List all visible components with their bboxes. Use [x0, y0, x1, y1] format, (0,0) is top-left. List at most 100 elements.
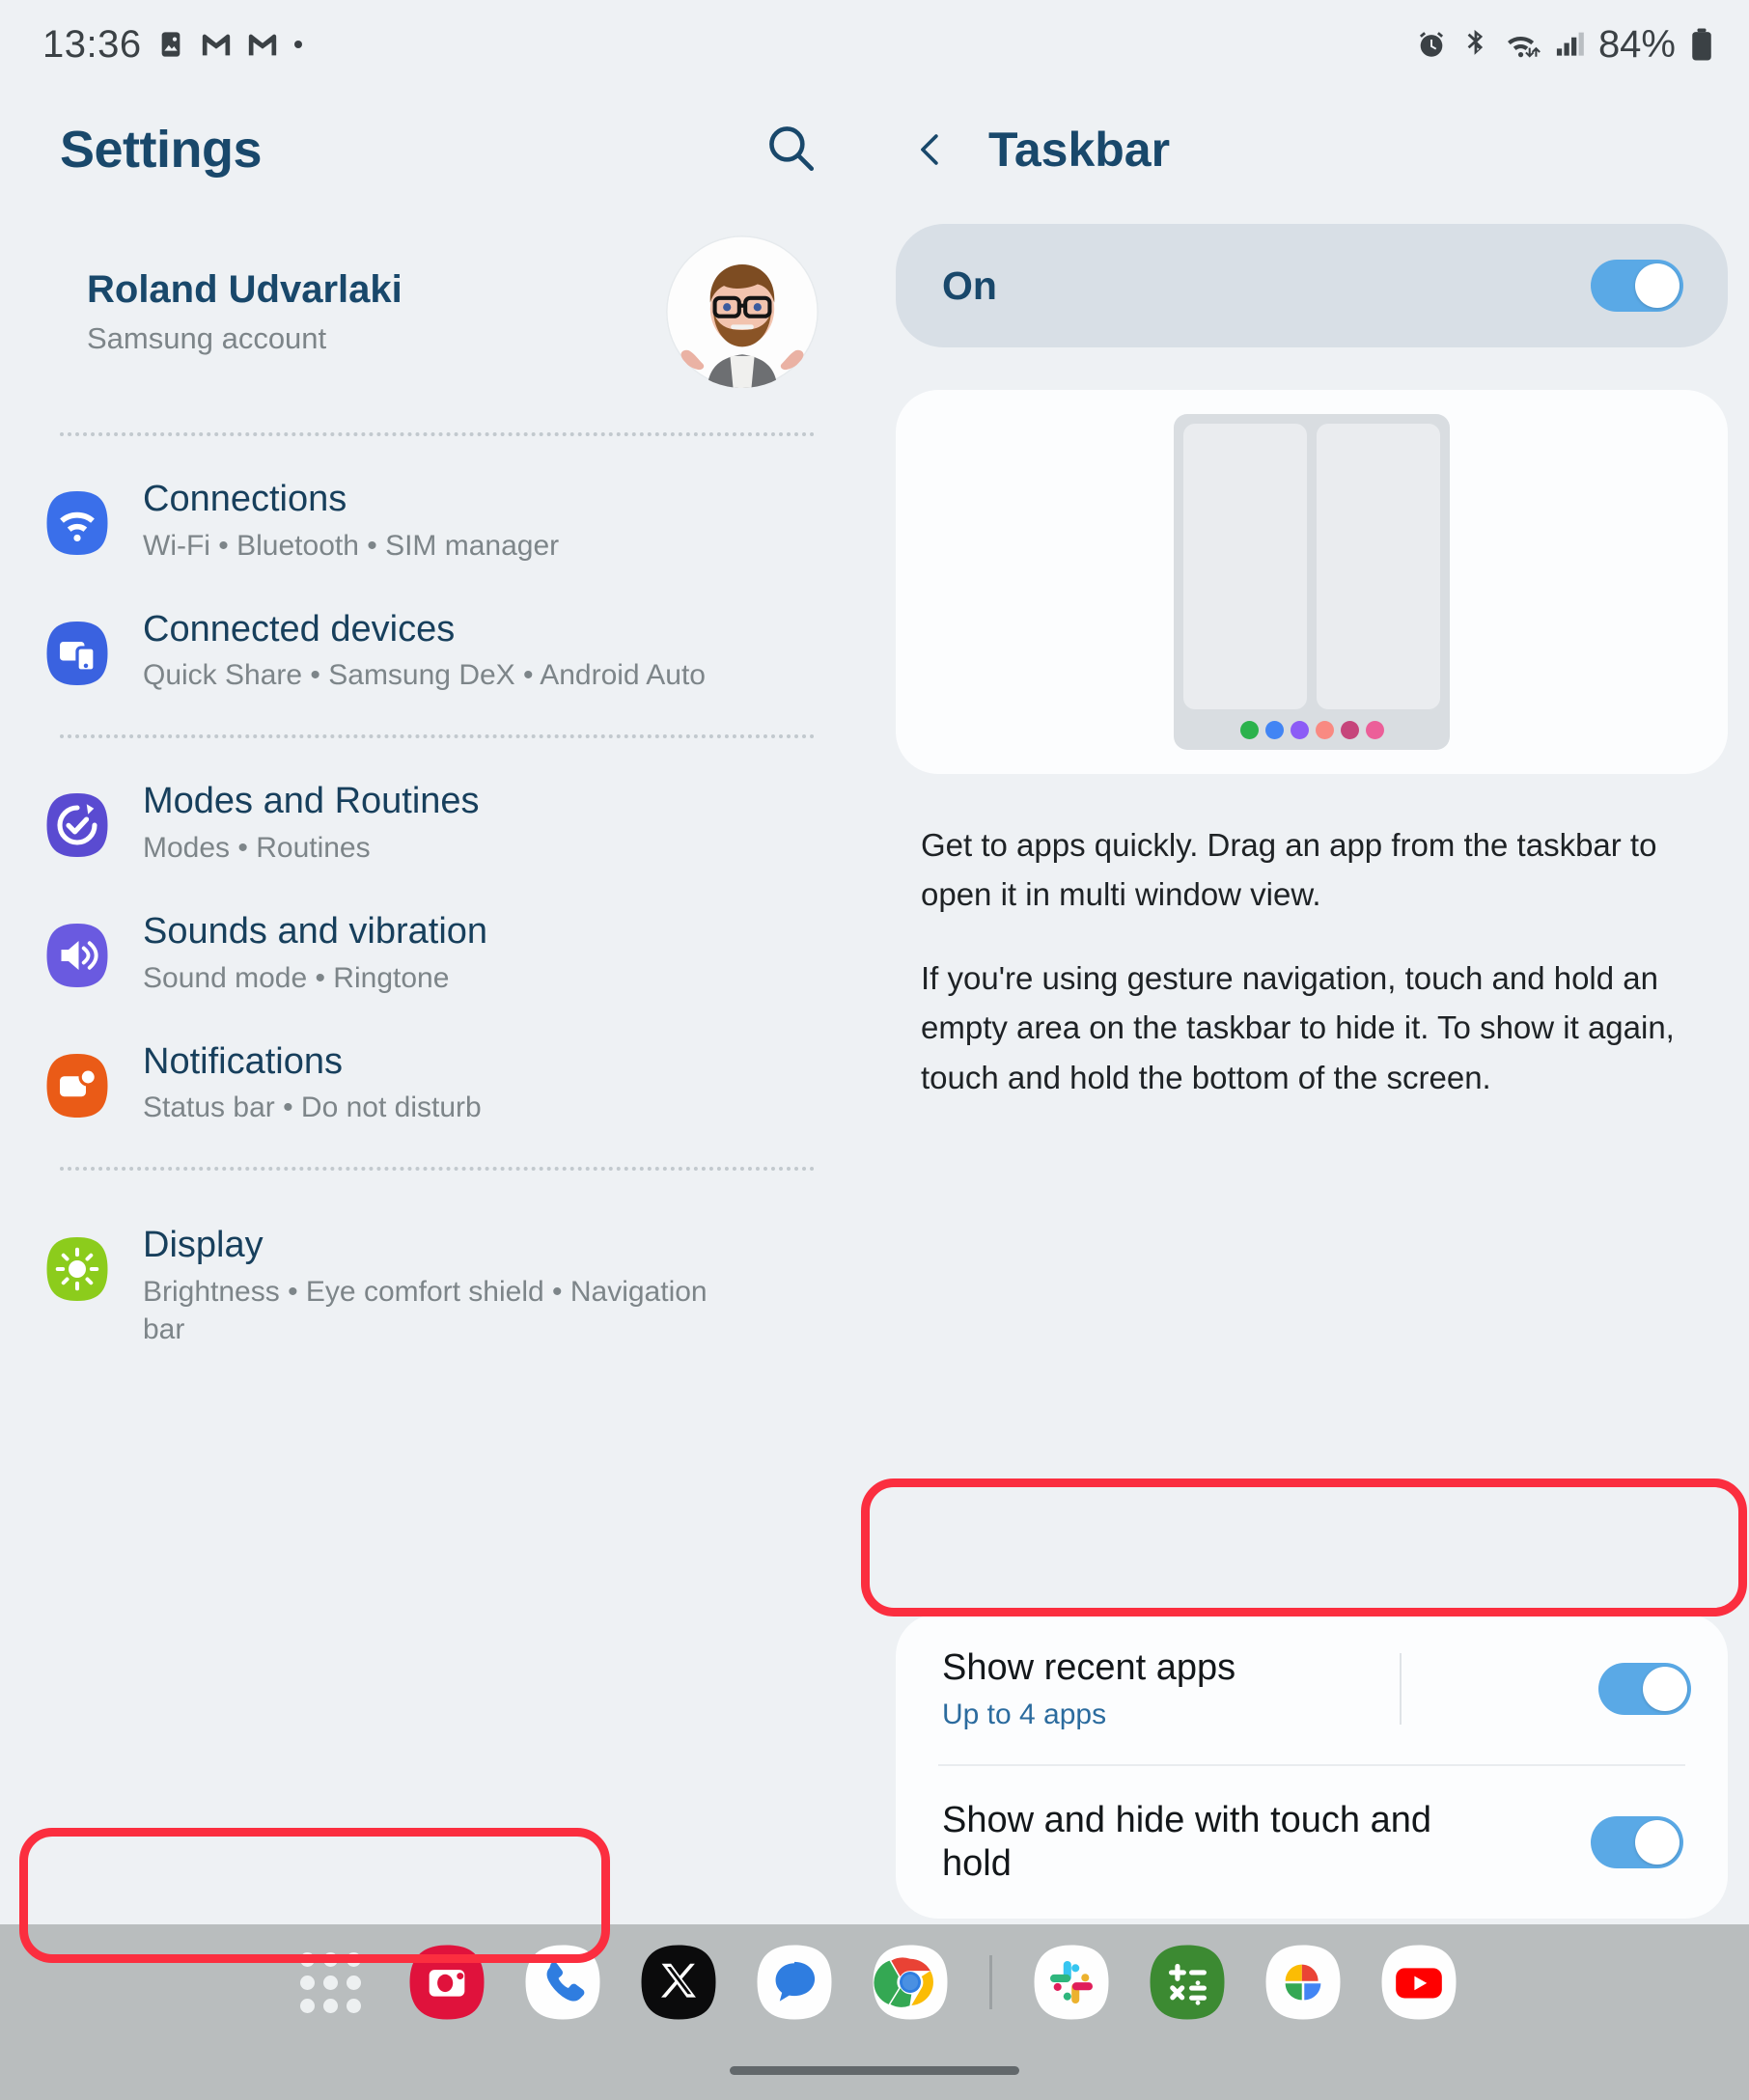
show-recent-apps-toggle[interactable] — [1598, 1662, 1691, 1715]
show-and-hide-toggle[interactable] — [1591, 1816, 1683, 1869]
alarm-icon — [1415, 28, 1448, 61]
youtube-icon[interactable] — [1376, 1940, 1461, 2025]
sidebar-item-sublabel: Brightness • Eye comfort shield • Naviga… — [143, 1276, 708, 1346]
settings-header: Settings — [0, 89, 874, 210]
gmail-icon — [246, 30, 279, 59]
sidebar-item-text: Connections Wi-Fi • Bluetooth • SIM mana… — [143, 477, 559, 565]
sidebar-item-text: Connected devices Quick Share • Samsung … — [143, 607, 706, 695]
taskbar-master-switch-row[interactable]: On — [896, 224, 1728, 347]
sidebar-item-label: Connections — [143, 479, 347, 519]
notifications-icon — [42, 1051, 112, 1120]
samsung-account-row[interactable]: Roland Udvarlaki Samsung account — [0, 210, 874, 413]
option-label: Show and hide with touch and hold — [942, 1800, 1432, 1885]
slack-icon[interactable] — [1029, 1940, 1114, 2025]
sidebar-item-text: Display Brightness • Eye comfort shield … — [143, 1223, 722, 1348]
messages-icon[interactable] — [752, 1940, 837, 2025]
camera-icon[interactable] — [404, 1940, 489, 2025]
master-switch-label: On — [942, 262, 997, 308]
speaker-icon — [42, 921, 112, 990]
page-title: Settings — [60, 121, 263, 179]
settings-list-pane: Settings Roland Udvarlaki Samsung accoun… — [0, 89, 874, 1963]
status-bar: 13:36 84% — [0, 0, 1749, 89]
sidebar-item-connected-devices[interactable]: Connected devices Quick Share • Samsung … — [0, 586, 874, 716]
sidebar-item-notifications[interactable]: Notifications Status bar • Do not distur… — [0, 1018, 874, 1148]
show-and-hide-text: Show and hide with touch and hold — [942, 1799, 1483, 1886]
apps-grid-icon[interactable] — [289, 1940, 374, 2025]
annotation-highlight-show-recent-apps — [861, 1478, 1747, 1616]
sidebar-item-connections[interactable]: Connections Wi-Fi • Bluetooth • SIM mana… — [0, 456, 874, 586]
divider — [60, 1167, 815, 1172]
avatar[interactable] — [666, 235, 819, 388]
illustration-taskbar-dots — [1183, 709, 1440, 750]
taskbar-master-toggle[interactable] — [1591, 260, 1683, 312]
description-paragraph-2: If you're using gesture navigation, touc… — [921, 960, 1675, 1095]
sidebar-item-sublabel: Sound mode • Ringtone — [143, 961, 450, 994]
taskbar-illustration-card — [896, 390, 1728, 774]
google-photos-icon[interactable] — [1261, 1940, 1346, 2025]
x-twitter-icon[interactable] — [636, 1940, 721, 2025]
sidebar-item-label: Sounds and vibration — [143, 911, 488, 953]
dock-divider — [988, 1955, 992, 2009]
sidebar-item-label: Display — [143, 1225, 264, 1266]
content-panes: Settings Roland Udvarlaki Samsung accoun… — [0, 89, 1749, 1963]
battery-percent: 84% — [1597, 22, 1676, 66]
image-icon — [155, 29, 186, 60]
sidebar-item-label: Notifications — [143, 1040, 343, 1082]
taskbar-description: Get to apps quickly. Drag an app from th… — [874, 774, 1749, 1102]
detail-title: Taskbar — [988, 123, 1171, 177]
sidebar-item-sounds-and-vibration[interactable]: Sounds and vibration Sound mode • Ringto… — [0, 888, 874, 1018]
dot-icon — [292, 39, 304, 50]
sidebar-item-label: Modes and Routines — [143, 781, 480, 822]
taskbar-dock — [0, 1924, 1749, 2040]
illustration-pane-right — [1317, 424, 1440, 709]
account-subtitle: Samsung account — [87, 320, 327, 355]
sidebar-item-text: Sounds and vibration Sound mode • Ringto… — [143, 909, 487, 997]
taskbar-options-card: Show recent apps Up to 4 apps Show and h… — [896, 1613, 1728, 1919]
chrome-icon[interactable] — [868, 1940, 953, 2025]
sidebar-item-text: Modes and Routines Modes • Routines — [143, 779, 480, 867]
gesture-nav-handle[interactable] — [730, 2065, 1019, 2075]
connected-devices-icon — [42, 619, 112, 688]
search-icon[interactable] — [763, 120, 819, 180]
description-paragraph-1: Get to apps quickly. Drag an app from th… — [921, 827, 1657, 913]
show-recent-apps-text: Show recent apps Up to 4 apps — [942, 1646, 1235, 1732]
clock: 13:36 — [42, 22, 142, 66]
gmail-icon — [200, 30, 233, 59]
option-sublabel[interactable]: Up to 4 apps — [942, 1699, 1235, 1731]
sidebar-item-sublabel: Quick Share • Samsung DeX • Android Auto — [143, 659, 706, 692]
signal-icon — [1554, 29, 1585, 60]
account-name: Roland Udvarlaki — [87, 267, 403, 311]
bluetooth-icon — [1461, 28, 1490, 61]
option-label: Show recent apps — [942, 1646, 1236, 1688]
gesture-navigation-bar — [0, 2040, 1749, 2100]
taskbar-detail-pane: Taskbar On Get to apps quickly. Drag an … — [861, 89, 1749, 1924]
divider — [60, 432, 815, 436]
account-text: Roland Udvarlaki Samsung account — [87, 268, 403, 356]
sidebar-item-text: Notifications Status bar • Do not distur… — [143, 1039, 482, 1127]
phone-screen: 13:36 84% Settings Roland Udvarlaki Sams… — [0, 0, 1749, 2100]
show-recent-apps-row[interactable]: Show recent apps Up to 4 apps — [896, 1614, 1728, 1765]
sidebar-item-sublabel: Modes • Routines — [143, 832, 371, 865]
sidebar-item-modes-and-routines[interactable]: Modes and Routines Modes • Routines — [0, 758, 874, 888]
battery-icon — [1689, 27, 1714, 62]
detail-header: Taskbar — [874, 89, 1749, 210]
modes-routines-icon — [42, 790, 112, 860]
split-screen-taskbar-illustration — [1174, 414, 1450, 750]
sidebar-item-label: Connected devices — [143, 608, 456, 649]
calculator-icon[interactable] — [1145, 1940, 1230, 2025]
divider — [60, 734, 815, 739]
sidebar-item-display[interactable]: Display Brightness • Eye comfort shield … — [0, 1190, 874, 1381]
wifi-icon — [1504, 29, 1541, 60]
status-bar-right: 84% — [1415, 23, 1714, 67]
illustration-window-panes — [1183, 424, 1440, 709]
brightness-icon — [42, 1234, 112, 1304]
phone-icon[interactable] — [520, 1940, 605, 2025]
status-bar-left: 13:36 — [42, 23, 304, 67]
show-and-hide-row[interactable]: Show and hide with touch and hold — [896, 1766, 1728, 1919]
option-divider — [1400, 1652, 1402, 1725]
chevron-left-icon[interactable] — [900, 119, 961, 180]
sidebar-item-sublabel: Wi-Fi • Bluetooth • SIM manager — [143, 529, 560, 562]
sidebar-item-sublabel: Status bar • Do not disturb — [143, 1091, 482, 1124]
wifi-icon — [42, 488, 112, 558]
illustration-pane-left — [1183, 424, 1307, 709]
